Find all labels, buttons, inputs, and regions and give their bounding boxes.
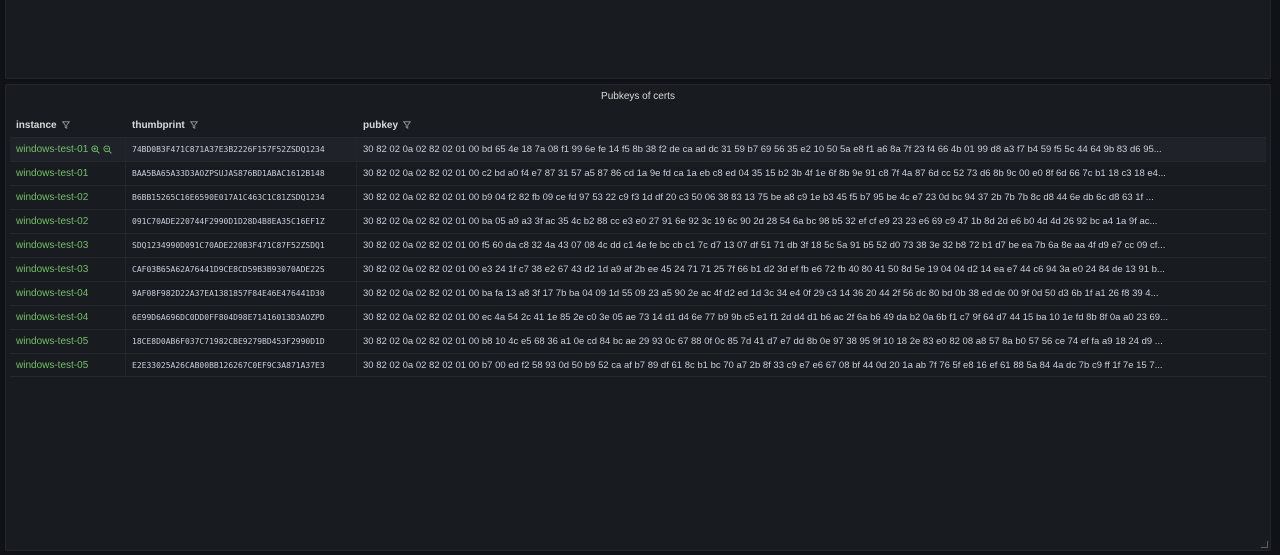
instance-cell[interactable]: windows-test-05: [10, 330, 126, 353]
instance-cell[interactable]: windows-test-02: [10, 210, 126, 233]
instance-value[interactable]: windows-test-01: [16, 138, 88, 161]
pubkey-cell: 30 82 02 0a 02 82 02 01 00 ba 05 a9 a3 3…: [363, 216, 1158, 227]
column-header-instance[interactable]: instance: [10, 113, 126, 137]
pubkey-cell: 30 82 02 0a 02 82 02 01 00 bd 65 4e 18 7…: [363, 144, 1162, 155]
instance-value[interactable]: windows-test-02: [16, 186, 88, 209]
pubkey-cell: 30 82 02 0a 02 82 02 01 00 b8 10 4c e5 6…: [363, 336, 1163, 347]
instance-cell[interactable]: windows-test-04: [10, 282, 126, 305]
thumbprint-cell: CAF03B65A62A76441D9CE8CD59B3B93070ADE22S: [126, 258, 357, 281]
instance-cell[interactable]: windows-test-02: [10, 186, 126, 209]
instance-value[interactable]: windows-test-05: [16, 330, 88, 353]
instance-value[interactable]: windows-test-01: [16, 162, 88, 185]
thumbprint-cell: 9AF08F982D22A37EA1381857F84E46E476441D30: [126, 282, 357, 305]
thumbprint-cell: 18CE8D0AB6F037C71982CBE9279BD453F2990D1D: [126, 330, 357, 353]
instance-value[interactable]: windows-test-04: [16, 282, 88, 305]
thumbprint-cell: SDQ1234990D091C70ADE220B3F471C87F52ZSDQ1: [126, 234, 357, 257]
column-header-label: instance: [16, 119, 57, 131]
table-row[interactable]: windows-test-02 091C70ADE220744F2990D1D2…: [10, 209, 1266, 233]
column-header-label: pubkey: [363, 119, 399, 131]
table-row[interactable]: windows-test-04 6E99D6A696DC0DD0FF804D98…: [10, 305, 1266, 329]
zoom-in-icon[interactable]: [91, 145, 101, 154]
table-row[interactable]: windows-test-03 SDQ1234990D091C70ADE220B…: [10, 233, 1266, 257]
thumbprint-cell: BAA5BA65A33D3AOZPSUJAS876BD1ABAC1612B148: [126, 162, 357, 185]
instance-cell[interactable]: windows-test-01: [10, 138, 126, 161]
pubkey-cell: 30 82 02 0a 02 82 02 01 00 b7 00 ed f2 5…: [363, 360, 1163, 371]
data-table: instance thumbprint pubkey windows-test-…: [10, 113, 1266, 377]
instance-value[interactable]: windows-test-05: [16, 354, 88, 377]
table-row[interactable]: windows-test-03 CAF03B65A62A76441D9CE8CD…: [10, 257, 1266, 281]
pubkey-cell: 30 82 02 0a 02 82 02 01 00 ec 4a 54 2c 4…: [363, 312, 1169, 323]
thumbprint-cell: B6BB15265C16E6590E017A1C463C1C81ZSDQ1234: [126, 186, 357, 209]
table-row[interactable]: windows-test-05 18CE8D0AB6F037C71982CBE9…: [10, 329, 1266, 353]
filter-icon[interactable]: [189, 121, 198, 129]
filter-icon[interactable]: [403, 121, 412, 129]
top-panel: [5, 0, 1271, 79]
pubkey-cell: 30 82 02 0a 02 82 02 01 00 e3 24 1f c7 3…: [363, 264, 1165, 275]
table-row[interactable]: windows-test-05 E2E33025A26CAB00BB126267…: [10, 353, 1266, 377]
thumbprint-cell: 091C70ADE220744F2990D1D28D4B8EA35C16EF1Z: [126, 210, 357, 233]
column-header-thumbprint[interactable]: thumbprint: [126, 113, 357, 137]
instance-cell[interactable]: windows-test-03: [10, 234, 126, 257]
panel-resize-handle[interactable]: [1261, 541, 1268, 548]
filter-icon[interactable]: [61, 121, 70, 129]
table-row[interactable]: windows-test-04 9AF08F982D22A37EA1381857…: [10, 281, 1266, 305]
column-header-label: thumbprint: [132, 119, 185, 131]
thumbprint-cell: 74BD0B3F471C871A37E3B2226F157F52ZSDQ1234: [126, 138, 357, 161]
pubkey-cell: 30 82 02 0a 02 82 02 01 00 ba fa 13 a8 3…: [363, 288, 1159, 299]
pubkey-cell: 30 82 02 0a 02 82 02 01 00 b9 04 f2 82 f…: [363, 192, 1154, 203]
instance-cell[interactable]: windows-test-03: [10, 258, 126, 281]
panel-title[interactable]: Pubkeys of certs: [6, 89, 1270, 105]
column-header-pubkey[interactable]: pubkey: [357, 113, 1266, 137]
table-row[interactable]: windows-test-01 BAA5BA65A33D3AOZPSUJAS87…: [10, 161, 1266, 185]
instance-value[interactable]: windows-test-03: [16, 258, 88, 281]
instance-cell[interactable]: windows-test-05: [10, 354, 126, 377]
instance-value[interactable]: windows-test-02: [16, 210, 88, 233]
table-row[interactable]: windows-test-02 B6BB15265C16E6590E017A1C…: [10, 185, 1266, 209]
instance-cell[interactable]: windows-test-01: [10, 162, 126, 185]
instance-value[interactable]: windows-test-04: [16, 306, 88, 329]
instance-value[interactable]: windows-test-03: [16, 234, 88, 257]
thumbprint-cell: 6E99D6A696DC0DD0FF804D98E71416013D3AOZPD: [126, 306, 357, 329]
pubkeys-table-panel: Pubkeys of certs instance thumbprint pub…: [5, 84, 1271, 551]
zoom-out-icon[interactable]: [103, 145, 113, 154]
thumbprint-cell: E2E33025A26CAB00BB126267C0EF9C3A871A37E3: [126, 354, 357, 377]
pubkey-cell: 30 82 02 0a 02 82 02 01 00 f5 60 da c8 3…: [363, 240, 1166, 251]
instance-cell[interactable]: windows-test-04: [10, 306, 126, 329]
table-body: windows-test-01 74BD0B3F471C871A37E3B222…: [10, 137, 1266, 377]
pubkey-cell: 30 82 02 0a 02 82 02 01 00 c2 bd a0 f4 e…: [363, 168, 1166, 179]
table-row[interactable]: windows-test-01 74BD0B3F471C871A37E3B222…: [10, 137, 1266, 161]
table-header: instance thumbprint pubkey: [10, 113, 1266, 137]
